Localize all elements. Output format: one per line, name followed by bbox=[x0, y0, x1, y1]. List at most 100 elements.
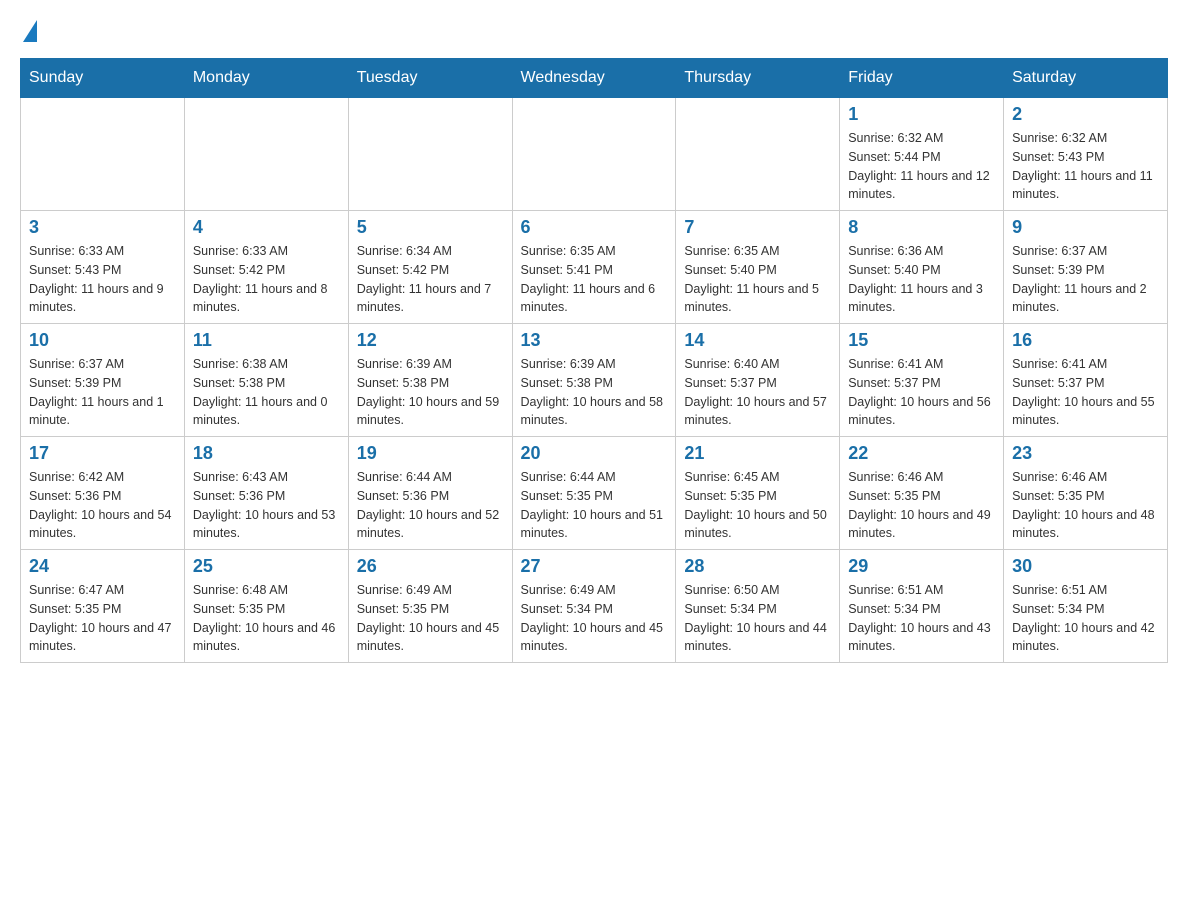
page-header bbox=[20, 20, 1168, 42]
day-number: 5 bbox=[357, 217, 504, 238]
calendar-cell: 13 Sunrise: 6:39 AMSunset: 5:38 PMDayligh… bbox=[512, 324, 676, 437]
day-number: 9 bbox=[1012, 217, 1159, 238]
week-row-1: 1 Sunrise: 6:32 AMSunset: 5:44 PMDaylight… bbox=[21, 98, 1168, 211]
calendar-cell: 16Sunrise: 6:41 AMSunset: 5:37 PMDayligh… bbox=[1004, 324, 1168, 437]
day-info: Sunrise: 6:36 AMSunset: 5:40 PMDaylight:… bbox=[848, 242, 995, 317]
day-number: 26 bbox=[357, 556, 504, 577]
calendar-cell: 12 Sunrise: 6:39 AMSunset: 5:38 PMDayligh… bbox=[348, 324, 512, 437]
day-number: 17 bbox=[29, 443, 176, 464]
day-number: 18 bbox=[193, 443, 340, 464]
day-info: Sunrise: 6:44 AMSunset: 5:36 PMDaylight:… bbox=[357, 468, 504, 543]
calendar-cell: 6 Sunrise: 6:35 AMSunset: 5:41 PMDaylight… bbox=[512, 211, 676, 324]
day-info: Sunrise: 6:35 AMSunset: 5:41 PMDaylight:… bbox=[521, 242, 668, 317]
day-number: 28 bbox=[684, 556, 831, 577]
calendar-cell: 26 Sunrise: 6:49 AMSunset: 5:35 PMDayligh… bbox=[348, 550, 512, 663]
calendar-cell: 5 Sunrise: 6:34 AMSunset: 5:42 PMDaylight… bbox=[348, 211, 512, 324]
day-number: 13 bbox=[521, 330, 668, 351]
calendar-cell: 8Sunrise: 6:36 AMSunset: 5:40 PMDaylight… bbox=[840, 211, 1004, 324]
day-number: 3 bbox=[29, 217, 176, 238]
day-number: 6 bbox=[521, 217, 668, 238]
day-number: 1 bbox=[848, 104, 995, 125]
day-info: Sunrise: 6:37 AMSunset: 5:39 PMDaylight:… bbox=[29, 355, 176, 430]
calendar-cell: 25 Sunrise: 6:48 AMSunset: 5:35 PMDayligh… bbox=[184, 550, 348, 663]
day-info: Sunrise: 6:34 AMSunset: 5:42 PMDaylight:… bbox=[357, 242, 504, 317]
calendar-cell: 18 Sunrise: 6:43 AMSunset: 5:36 PMDayligh… bbox=[184, 437, 348, 550]
calendar-cell: 14 Sunrise: 6:40 AMSunset: 5:37 PMDayligh… bbox=[676, 324, 840, 437]
calendar-table: SundayMondayTuesdayWednesdayThursdayFrid… bbox=[20, 58, 1168, 663]
day-info: Sunrise: 6:35 AMSunset: 5:40 PMDaylight:… bbox=[684, 242, 831, 317]
day-info: Sunrise: 6:39 AMSunset: 5:38 PMDaylight:… bbox=[357, 355, 504, 430]
calendar-cell bbox=[21, 98, 185, 211]
day-header-sunday: Sunday bbox=[21, 59, 185, 98]
week-row-5: 24Sunrise: 6:47 AMSunset: 5:35 PMDayligh… bbox=[21, 550, 1168, 663]
calendar-cell: 9Sunrise: 6:37 AMSunset: 5:39 PMDaylight… bbox=[1004, 211, 1168, 324]
day-info: Sunrise: 6:49 AMSunset: 5:34 PMDaylight:… bbox=[521, 581, 668, 656]
calendar-cell: 29 Sunrise: 6:51 AMSunset: 5:34 PMDayligh… bbox=[840, 550, 1004, 663]
calendar-cell bbox=[348, 98, 512, 211]
day-header-tuesday: Tuesday bbox=[348, 59, 512, 98]
day-number: 10 bbox=[29, 330, 176, 351]
calendar-cell: 24Sunrise: 6:47 AMSunset: 5:35 PMDayligh… bbox=[21, 550, 185, 663]
day-info: Sunrise: 6:44 AMSunset: 5:35 PMDaylight:… bbox=[521, 468, 668, 543]
logo bbox=[20, 20, 37, 42]
calendar-cell: 1 Sunrise: 6:32 AMSunset: 5:44 PMDaylight… bbox=[840, 98, 1004, 211]
day-number: 20 bbox=[521, 443, 668, 464]
day-header-saturday: Saturday bbox=[1004, 59, 1168, 98]
day-info: Sunrise: 6:33 AMSunset: 5:43 PMDaylight:… bbox=[29, 242, 176, 317]
day-number: 14 bbox=[684, 330, 831, 351]
day-info: Sunrise: 6:33 AMSunset: 5:42 PMDaylight:… bbox=[193, 242, 340, 317]
week-row-4: 17Sunrise: 6:42 AMSunset: 5:36 PMDayligh… bbox=[21, 437, 1168, 550]
day-number: 12 bbox=[357, 330, 504, 351]
day-info: Sunrise: 6:46 AMSunset: 5:35 PMDaylight:… bbox=[848, 468, 995, 543]
calendar-cell: 4 Sunrise: 6:33 AMSunset: 5:42 PMDaylight… bbox=[184, 211, 348, 324]
day-info: Sunrise: 6:46 AMSunset: 5:35 PMDaylight:… bbox=[1012, 468, 1159, 543]
calendar-cell bbox=[512, 98, 676, 211]
day-info: Sunrise: 6:51 AMSunset: 5:34 PMDaylight:… bbox=[848, 581, 995, 656]
day-number: 2 bbox=[1012, 104, 1159, 125]
day-number: 15 bbox=[848, 330, 995, 351]
day-info: Sunrise: 6:48 AMSunset: 5:35 PMDaylight:… bbox=[193, 581, 340, 656]
calendar-cell: 23Sunrise: 6:46 AMSunset: 5:35 PMDayligh… bbox=[1004, 437, 1168, 550]
day-number: 7 bbox=[684, 217, 831, 238]
day-number: 11 bbox=[193, 330, 340, 351]
day-info: Sunrise: 6:43 AMSunset: 5:36 PMDaylight:… bbox=[193, 468, 340, 543]
day-info: Sunrise: 6:49 AMSunset: 5:35 PMDaylight:… bbox=[357, 581, 504, 656]
day-info: Sunrise: 6:45 AMSunset: 5:35 PMDaylight:… bbox=[684, 468, 831, 543]
day-header-wednesday: Wednesday bbox=[512, 59, 676, 98]
day-number: 30 bbox=[1012, 556, 1159, 577]
calendar-cell bbox=[676, 98, 840, 211]
calendar-cell: 17Sunrise: 6:42 AMSunset: 5:36 PMDayligh… bbox=[21, 437, 185, 550]
day-number: 25 bbox=[193, 556, 340, 577]
calendar-cell: 30 Sunrise: 6:51 AMSunset: 5:34 PMDayligh… bbox=[1004, 550, 1168, 663]
day-number: 27 bbox=[521, 556, 668, 577]
day-info: Sunrise: 6:32 AMSunset: 5:44 PMDaylight:… bbox=[848, 129, 995, 204]
day-number: 4 bbox=[193, 217, 340, 238]
day-info: Sunrise: 6:51 AMSunset: 5:34 PMDaylight:… bbox=[1012, 581, 1159, 656]
calendar-cell: 20 Sunrise: 6:44 AMSunset: 5:35 PMDayligh… bbox=[512, 437, 676, 550]
week-row-2: 3 Sunrise: 6:33 AMSunset: 5:43 PMDaylight… bbox=[21, 211, 1168, 324]
day-info: Sunrise: 6:41 AMSunset: 5:37 PMDaylight:… bbox=[848, 355, 995, 430]
calendar-cell: 7 Sunrise: 6:35 AMSunset: 5:40 PMDaylight… bbox=[676, 211, 840, 324]
day-number: 24 bbox=[29, 556, 176, 577]
day-header-monday: Monday bbox=[184, 59, 348, 98]
day-info: Sunrise: 6:39 AMSunset: 5:38 PMDaylight:… bbox=[521, 355, 668, 430]
calendar-cell: 27 Sunrise: 6:49 AMSunset: 5:34 PMDayligh… bbox=[512, 550, 676, 663]
day-info: Sunrise: 6:38 AMSunset: 5:38 PMDaylight:… bbox=[193, 355, 340, 430]
calendar-cell: 22 Sunrise: 6:46 AMSunset: 5:35 PMDayligh… bbox=[840, 437, 1004, 550]
day-number: 21 bbox=[684, 443, 831, 464]
day-info: Sunrise: 6:40 AMSunset: 5:37 PMDaylight:… bbox=[684, 355, 831, 430]
day-number: 22 bbox=[848, 443, 995, 464]
day-number: 29 bbox=[848, 556, 995, 577]
day-info: Sunrise: 6:41 AMSunset: 5:37 PMDaylight:… bbox=[1012, 355, 1159, 430]
calendar-cell: 21 Sunrise: 6:45 AMSunset: 5:35 PMDayligh… bbox=[676, 437, 840, 550]
calendar-cell bbox=[184, 98, 348, 211]
calendar-cell: 11 Sunrise: 6:38 AMSunset: 5:38 PMDayligh… bbox=[184, 324, 348, 437]
day-header-friday: Friday bbox=[840, 59, 1004, 98]
calendar-cell: 19 Sunrise: 6:44 AMSunset: 5:36 PMDayligh… bbox=[348, 437, 512, 550]
calendar-cell: 10 Sunrise: 6:37 AMSunset: 5:39 PMDayligh… bbox=[21, 324, 185, 437]
calendar-cell: 28 Sunrise: 6:50 AMSunset: 5:34 PMDayligh… bbox=[676, 550, 840, 663]
day-info: Sunrise: 6:50 AMSunset: 5:34 PMDaylight:… bbox=[684, 581, 831, 656]
day-header-thursday: Thursday bbox=[676, 59, 840, 98]
calendar-cell: 3 Sunrise: 6:33 AMSunset: 5:43 PMDaylight… bbox=[21, 211, 185, 324]
day-number: 19 bbox=[357, 443, 504, 464]
